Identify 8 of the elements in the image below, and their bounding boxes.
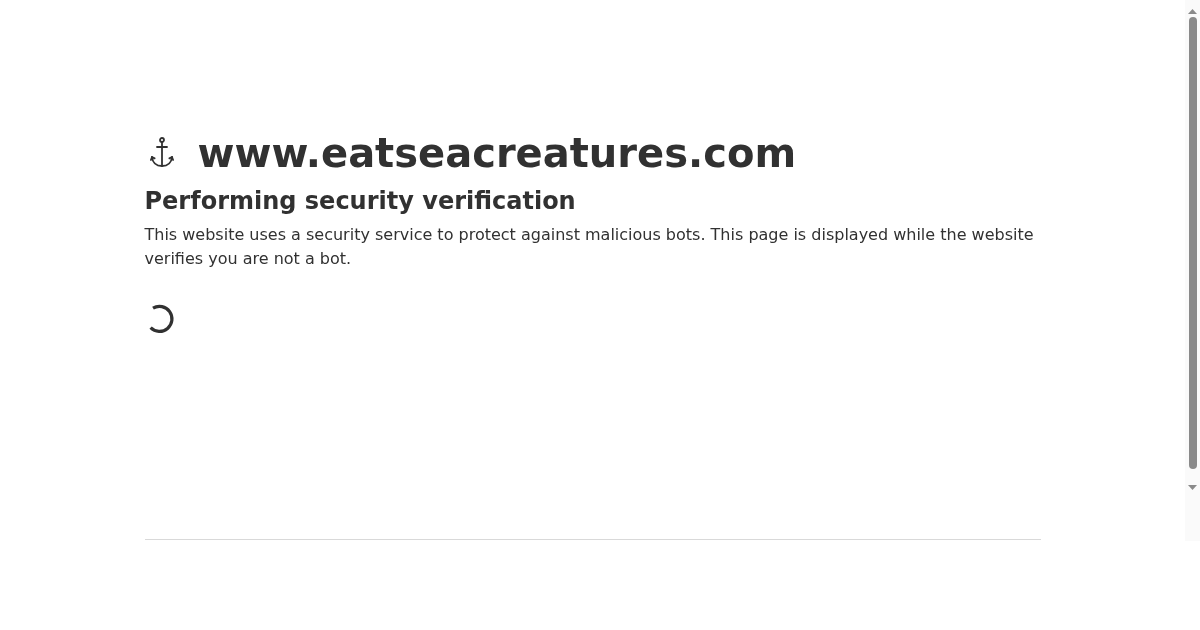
site-domain-title: www.eatseacreatures.com (197, 129, 797, 178)
scroll-down-arrow-icon[interactable] (1188, 485, 1197, 490)
verification-heading: Performing security verification (144, 186, 576, 217)
scrollbar-thumb[interactable] (1188, 17, 1197, 469)
verification-message: This website uses a security service to protect against malicious bots. This page is displayed while the website verifies you are not a bot. (144, 224, 1035, 270)
scroll-up-arrow-icon[interactable] (1188, 9, 1197, 14)
anchor-icon (149, 137, 174, 169)
scrollbar[interactable] (1185, 0, 1200, 541)
